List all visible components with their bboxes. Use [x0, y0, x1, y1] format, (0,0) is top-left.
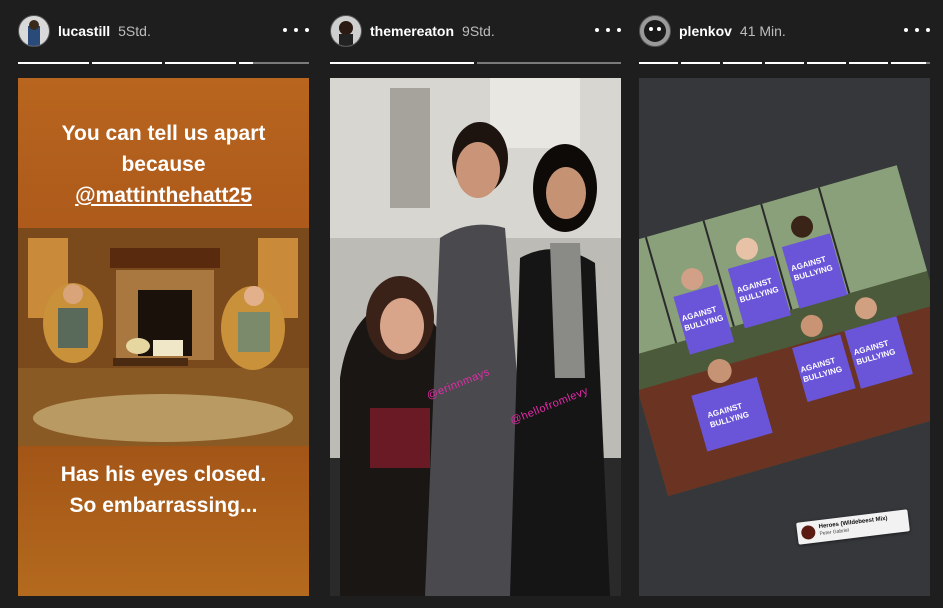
story-progress: [18, 62, 309, 65]
progress-segment: [807, 62, 846, 64]
mention-link[interactable]: @mattinthehatt25: [18, 180, 309, 211]
progress-segment: [18, 62, 89, 64]
story-lucastill[interactable]: lucastill 5Std. You can tell us apart bec…: [18, 0, 309, 608]
progress-segment: [238, 62, 309, 64]
avatar[interactable]: [18, 15, 50, 47]
story-caption-top: You can tell us apart because @mattinthe…: [18, 118, 309, 211]
username-label[interactable]: plenkov 41 Min.: [679, 23, 786, 39]
progress-segment: [165, 62, 236, 64]
more-options-icon[interactable]: [595, 18, 621, 42]
progress-segment: [723, 62, 762, 64]
progress-segment: [477, 62, 621, 64]
timestamp: 41 Min.: [739, 23, 786, 39]
story-card[interactable]: @erinnmays @hellofromlevy: [330, 78, 621, 596]
username[interactable]: themereaton: [370, 23, 454, 39]
username-label[interactable]: themereaton 9Std.: [370, 23, 495, 39]
progress-segment: [639, 62, 678, 64]
story-header: themereaton 9Std.: [330, 12, 621, 48]
caption-line: Has his eyes closed.: [60, 463, 267, 486]
album-art-icon: [800, 524, 817, 541]
story-progress: [330, 62, 621, 65]
caption-line: You can tell us apart: [61, 122, 266, 145]
story-themereaton[interactable]: themereaton 9Std. @erinnmays @hellofroml…: [330, 0, 621, 608]
story-photo: [18, 228, 309, 446]
story-photo: [330, 78, 621, 596]
progress-segment: [681, 62, 720, 64]
avatar[interactable]: [639, 15, 671, 47]
username[interactable]: lucastill: [58, 23, 110, 39]
story-caption-bottom: Has his eyes closed. So embarrassing...: [18, 459, 309, 521]
progress-segment: [765, 62, 804, 64]
more-options-icon[interactable]: [283, 18, 309, 42]
username-label[interactable]: lucastill 5Std.: [58, 23, 151, 39]
caption-line: because: [121, 153, 206, 176]
story-header: lucastill 5Std.: [18, 12, 309, 48]
story-card[interactable]: You can tell us apart because @mattinthe…: [18, 78, 309, 596]
progress-segment: [891, 62, 930, 64]
avatar[interactable]: [330, 15, 362, 47]
username[interactable]: plenkov: [679, 23, 732, 39]
progress-segment: [330, 62, 474, 64]
more-options-icon[interactable]: [904, 18, 930, 42]
timestamp: 5Std.: [118, 23, 151, 39]
progress-segment: [849, 62, 888, 64]
caption-line: So embarrassing...: [69, 494, 258, 517]
story-header: plenkov 41 Min.: [639, 12, 930, 48]
story-progress: [639, 62, 930, 65]
story-plenkov[interactable]: plenkov 41 Min. AGAINST BULLYING AGAINST…: [639, 0, 930, 608]
timestamp: 9Std.: [462, 23, 495, 39]
progress-segment: [91, 62, 162, 64]
story-card[interactable]: AGAINST BULLYING AGAINST BULLYING AGAINST B…: [639, 78, 930, 596]
